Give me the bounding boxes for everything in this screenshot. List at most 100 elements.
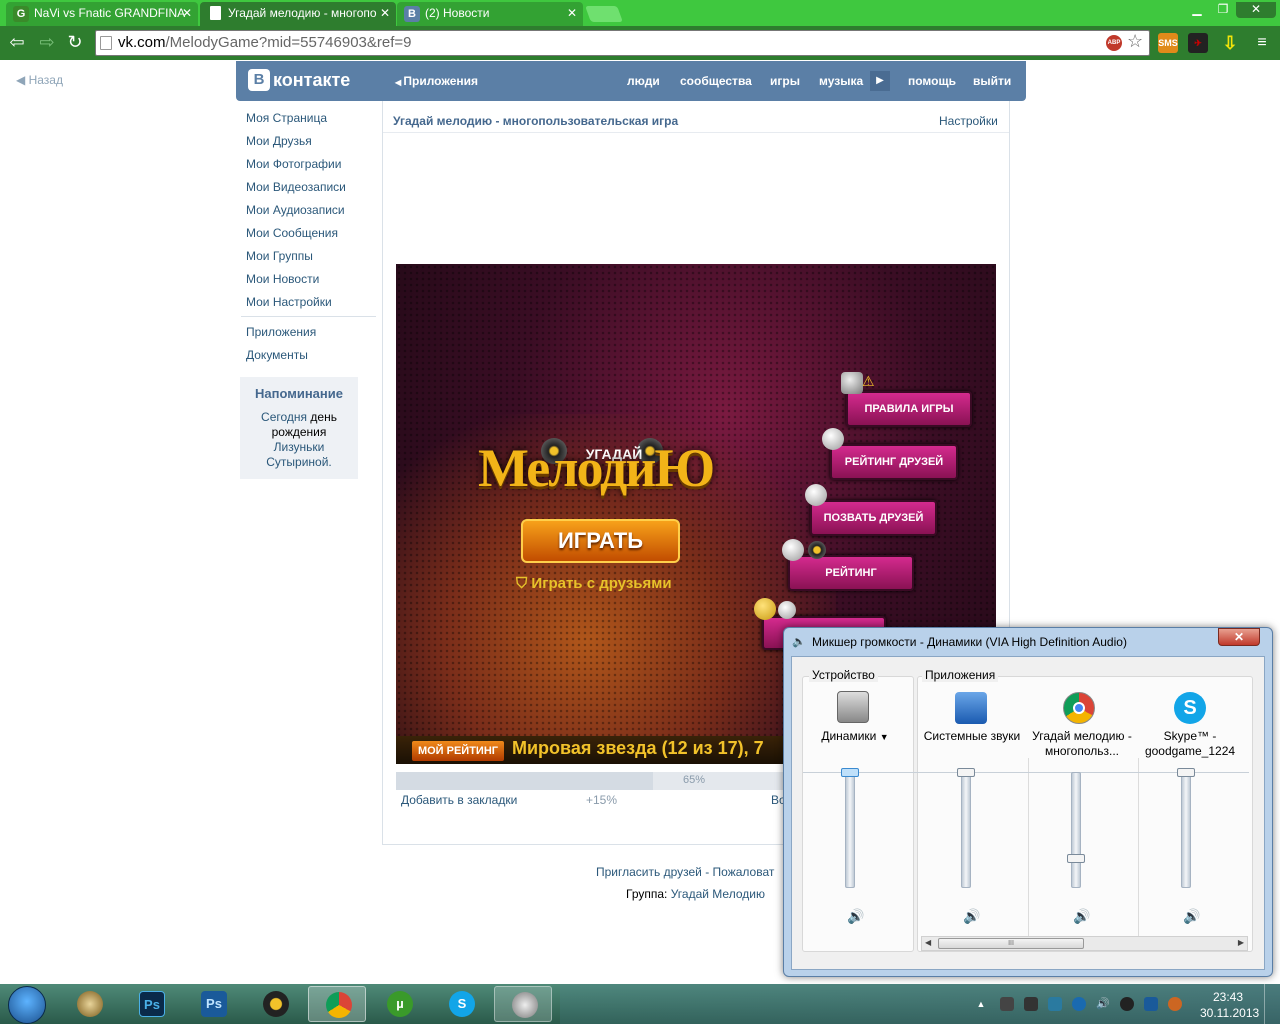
taskbar-utorrent[interactable]: µ [370, 986, 428, 1022]
menu-messages[interactable]: Мои Сообщения [246, 226, 338, 240]
chrome-volume-thumb[interactable] [1067, 854, 1085, 864]
nav-help[interactable]: помощь [908, 74, 956, 88]
taskbar-volume-mixer[interactable] [494, 986, 552, 1022]
rating-button[interactable]: РЕЙТИНГ [788, 555, 914, 591]
taskbar-photoshop-1[interactable]: Ps [122, 986, 180, 1022]
close-tab-icon[interactable]: ✕ [182, 2, 192, 24]
close-tab-icon[interactable]: ✕ [380, 2, 390, 24]
show-hidden-icons[interactable]: ▲ [974, 997, 988, 1011]
nav-music[interactable]: музыка [819, 74, 863, 88]
nav-people[interactable]: люди [627, 74, 660, 88]
skype-volume-track[interactable] [1181, 772, 1191, 888]
play-button[interactable]: ИГРАТЬ [521, 519, 680, 563]
tab-label: Угадай мелодию - многопо [228, 6, 377, 20]
menu-photos[interactable]: Мои Фотографии [246, 157, 341, 171]
menu-settings[interactable]: Мои Настройки [246, 295, 332, 309]
menu-apps[interactable]: Приложения [246, 325, 316, 339]
steam-icon[interactable] [1024, 997, 1038, 1011]
mixer-horizontal-scrollbar[interactable]: ◀ III ▶ [921, 936, 1248, 951]
tab-melody-game[interactable]: Угадай мелодию - многопо ✕ [200, 2, 396, 26]
new-tab-button[interactable] [585, 6, 623, 22]
adblock-icon[interactable]: ABP [1106, 35, 1122, 51]
start-button[interactable] [8, 986, 46, 1024]
close-tab-icon[interactable]: ✕ [567, 2, 577, 24]
apps-header-link[interactable]: ◀ Приложения [395, 74, 478, 88]
taskbar-skype[interactable]: S [432, 986, 490, 1022]
clock-date[interactable]: 30.11.2013 [1200, 1006, 1259, 1020]
my-rating-button[interactable]: МОЙ РЕЙТИНГ [412, 741, 504, 761]
back-link[interactable]: ◀ Назад [16, 73, 63, 87]
reminder-title: Напоминание [254, 386, 343, 401]
system-mute-speaker-icon[interactable]: 🔊 [963, 908, 980, 925]
close-window-icon[interactable]: ✕ [1236, 2, 1276, 18]
system-volume-track[interactable] [961, 772, 971, 888]
mixer-speaker-icon: 🔈 [792, 636, 806, 648]
tray-app-icon[interactable] [1000, 997, 1014, 1011]
nav-logout[interactable]: выйти [973, 74, 1011, 88]
address-bar[interactable]: vk.com/MelodyGame?mid=55746903&ref=9 [95, 30, 1150, 56]
taskbar-aimp[interactable] [246, 986, 304, 1022]
group-link[interactable]: Угадай Мелодию [671, 887, 765, 901]
download-arrow-icon[interactable]: ⇩ [1220, 33, 1240, 53]
restore-icon[interactable]: ❐ [1210, 2, 1236, 18]
g-favicon-icon: G [13, 6, 29, 22]
add-bookmark-link[interactable]: Добавить в закладки [401, 793, 517, 807]
bookmark-star-icon[interactable]: ☆ [1127, 31, 1143, 52]
device-name-dropdown[interactable]: Динамики ▼ [803, 729, 907, 745]
chrome-mute-speaker-icon[interactable]: 🔊 [1073, 908, 1090, 925]
chrome-volume-track[interactable] [1071, 772, 1081, 888]
back-arrow-icon[interactable]: ⇦ [6, 31, 28, 53]
extension-red-icon[interactable]: ✈ [1188, 33, 1208, 53]
tray-app-icon[interactable] [1168, 997, 1182, 1011]
scroll-right-icon[interactable]: ▶ [1238, 938, 1244, 947]
menu-friends[interactable]: Мои Друзья [246, 134, 312, 148]
app-settings-link[interactable]: Настройки [939, 114, 998, 128]
scroll-thumb[interactable]: III [938, 938, 1084, 949]
vk-logo[interactable]: Bконтакте [248, 68, 350, 94]
group-line: Группа: Угадай Мелодию [626, 887, 765, 901]
tray-status-icon[interactable] [1048, 997, 1062, 1011]
taskbar-photoshop-2[interactable]: Ps [184, 986, 242, 1022]
volume-tray-icon[interactable]: 🔊 [1096, 997, 1110, 1011]
forward-arrow-icon[interactable]: ⇨ [36, 31, 58, 53]
play-with-friends-link[interactable]: ⛉ Играть с друзьями [516, 575, 672, 592]
menu-audio[interactable]: Мои Аудиозаписи [246, 203, 345, 217]
menu-videos[interactable]: Мои Видеозаписи [246, 180, 346, 194]
music-play-icon[interactable]: ▶ [870, 71, 890, 91]
mixer-close-button[interactable]: ✕ [1218, 628, 1260, 646]
photoshop-icon: Ps [139, 991, 165, 1017]
clock-time[interactable]: 23:43 [1213, 990, 1243, 1004]
reload-icon[interactable]: ↻ [64, 31, 86, 53]
skype-mute-speaker-icon[interactable]: 🔊 [1183, 908, 1200, 925]
device-volume-thumb[interactable] [841, 768, 859, 777]
tab-navi-fnatic[interactable]: G NaVi vs Fnatic GRANDFINA ✕ [6, 2, 198, 26]
invite-report-links[interactable]: Пригласить друзей - Пожаловат [596, 865, 786, 879]
wrench-menu-icon[interactable]: ≡ [1252, 33, 1272, 53]
sms-extension-icon[interactable]: SMS [1158, 33, 1178, 53]
network-icon[interactable] [1072, 997, 1086, 1011]
tab-news[interactable]: B (2) Новости ✕ [397, 2, 583, 26]
nav-communities[interactable]: сообщества [680, 74, 752, 88]
url-path: /MelodyGame?mid=55746903&ref=9 [165, 34, 412, 51]
action-center-icon[interactable] [1144, 997, 1158, 1011]
reminder-name-link[interactable]: Лизуньки Сутыриной [266, 440, 328, 469]
device-mute-speaker-icon[interactable]: 🔊 [847, 908, 864, 925]
scroll-left-icon[interactable]: ◀ [925, 938, 931, 947]
menu-groups[interactable]: Мои Группы [246, 249, 313, 263]
device-volume-track[interactable] [845, 772, 855, 888]
system-volume-thumb[interactable] [957, 768, 975, 777]
minimize-icon[interactable]: ▁ [1184, 2, 1210, 18]
menu-news[interactable]: Мои Новости [246, 272, 319, 286]
invite-friends-button[interactable]: ПОЗВАТЬ ДРУЗЕЙ [810, 500, 937, 536]
rules-button[interactable]: ПРАВИЛА ИГРЫ [846, 391, 972, 427]
taskbar-tor[interactable] [60, 986, 118, 1022]
menu-documents[interactable]: Документы [246, 348, 308, 362]
menu-my-page[interactable]: Моя Страница [246, 111, 327, 125]
nav-games[interactable]: игры [770, 74, 800, 88]
friends-rating-button[interactable]: РЕЙТИНГ ДРУЗЕЙ [830, 444, 958, 480]
taskbar-chrome[interactable] [308, 986, 366, 1022]
photoshop-icon: Ps [201, 991, 227, 1017]
show-desktop-button[interactable] [1264, 984, 1280, 1024]
skype-volume-thumb[interactable] [1177, 768, 1195, 777]
tray-app-icon[interactable] [1120, 997, 1134, 1011]
